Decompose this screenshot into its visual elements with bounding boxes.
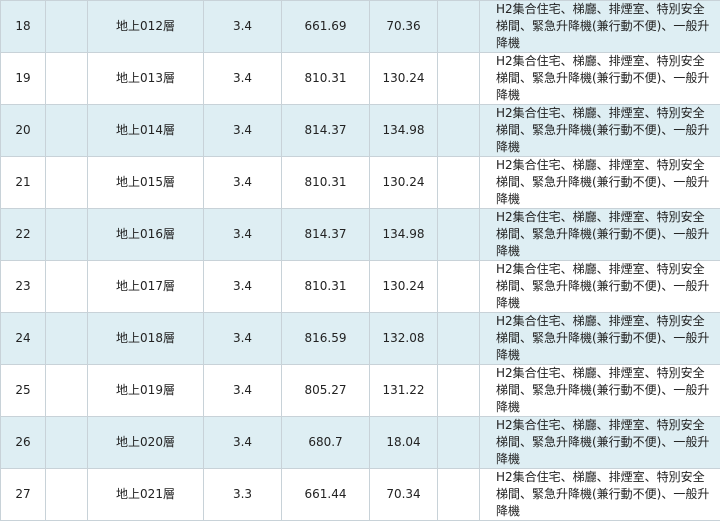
floor-area-secondary: 18.04: [370, 417, 438, 469]
table-row: 20 地上014層 3.4 814.37 134.98 H2集合住宅、梯廳、排煙…: [1, 105, 720, 157]
empty-cell: [438, 209, 480, 261]
row-number: 18: [1, 1, 46, 53]
row-number: 22: [1, 209, 46, 261]
floor-name: 地上017層: [88, 261, 204, 313]
floor-height: 3.4: [204, 1, 282, 53]
floor-name: 地上012層: [88, 1, 204, 53]
floor-use: H2集合住宅、梯廳、排煙室、特別安全梯間、緊急升降機(兼行動不便)、一般升降機: [480, 157, 720, 209]
floor-area: 814.37: [282, 105, 370, 157]
floor-height: 3.4: [204, 105, 282, 157]
table-row: 22 地上016層 3.4 814.37 134.98 H2集合住宅、梯廳、排煙…: [1, 209, 720, 261]
floor-use: H2集合住宅、梯廳、排煙室、特別安全梯間、緊急升降機(兼行動不便)、一般升降機: [480, 209, 720, 261]
floor-height: 3.4: [204, 417, 282, 469]
table-row: 23 地上017層 3.4 810.31 130.24 H2集合住宅、梯廳、排煙…: [1, 261, 720, 313]
floor-height: 3.4: [204, 157, 282, 209]
floor-use: H2集合住宅、梯廳、排煙室、特別安全梯間、緊急升降機(兼行動不便)、一般升降機: [480, 1, 720, 53]
table-row: 24 地上018層 3.4 816.59 132.08 H2集合住宅、梯廳、排煙…: [1, 313, 720, 365]
row-number: 24: [1, 313, 46, 365]
empty-cell: [438, 365, 480, 417]
floor-name: 地上021層: [88, 469, 204, 521]
floor-area-secondary: 70.34: [370, 469, 438, 521]
floor-name: 地上020層: [88, 417, 204, 469]
empty-cell: [438, 313, 480, 365]
row-number: 23: [1, 261, 46, 313]
floor-area: 810.31: [282, 157, 370, 209]
floor-use: H2集合住宅、梯廳、排煙室、特別安全梯間、緊急升降機(兼行動不便)、一般升降機: [480, 365, 720, 417]
table-row: 27 地上021層 3.3 661.44 70.34 H2集合住宅、梯廳、排煙室…: [1, 469, 720, 521]
floor-area-secondary: 130.24: [370, 53, 438, 105]
empty-cell: [46, 157, 88, 209]
floor-use: H2集合住宅、梯廳、排煙室、特別安全梯間、緊急升降機(兼行動不便)、一般升降機: [480, 53, 720, 105]
row-number: 19: [1, 53, 46, 105]
floor-area-secondary: 70.36: [370, 1, 438, 53]
empty-cell: [438, 469, 480, 521]
floor-area: 814.37: [282, 209, 370, 261]
empty-cell: [46, 1, 88, 53]
empty-cell: [46, 365, 88, 417]
table-body: 18 地上012層 3.4 661.69 70.36 H2集合住宅、梯廳、排煙室…: [1, 1, 720, 521]
floor-name: 地上019層: [88, 365, 204, 417]
floor-use: H2集合住宅、梯廳、排煙室、特別安全梯間、緊急升降機(兼行動不便)、一般升降機: [480, 261, 720, 313]
empty-cell: [438, 417, 480, 469]
floor-use: H2集合住宅、梯廳、排煙室、特別安全梯間、緊急升降機(兼行動不便)、一般升降機: [480, 417, 720, 469]
row-number: 25: [1, 365, 46, 417]
floor-area: 805.27: [282, 365, 370, 417]
floor-height: 3.4: [204, 261, 282, 313]
table-row: 21 地上015層 3.4 810.31 130.24 H2集合住宅、梯廳、排煙…: [1, 157, 720, 209]
floor-area-secondary: 130.24: [370, 157, 438, 209]
row-number: 20: [1, 105, 46, 157]
empty-cell: [46, 469, 88, 521]
empty-cell: [438, 53, 480, 105]
empty-cell: [46, 53, 88, 105]
floor-height: 3.4: [204, 209, 282, 261]
floor-area: 810.31: [282, 261, 370, 313]
empty-cell: [46, 261, 88, 313]
floor-use: H2集合住宅、梯廳、排煙室、特別安全梯間、緊急升降機(兼行動不便)、一般升降機: [480, 313, 720, 365]
floor-area: 810.31: [282, 53, 370, 105]
table-row: 26 地上020層 3.4 680.7 18.04 H2集合住宅、梯廳、排煙室、…: [1, 417, 720, 469]
row-number: 27: [1, 469, 46, 521]
empty-cell: [46, 105, 88, 157]
floor-area: 816.59: [282, 313, 370, 365]
row-number: 26: [1, 417, 46, 469]
floor-area-secondary: 131.22: [370, 365, 438, 417]
floor-name: 地上014層: [88, 105, 204, 157]
empty-cell: [438, 157, 480, 209]
floor-height: 3.4: [204, 313, 282, 365]
floor-name: 地上013層: [88, 53, 204, 105]
table-row: 25 地上019層 3.4 805.27 131.22 H2集合住宅、梯廳、排煙…: [1, 365, 720, 417]
floor-use: H2集合住宅、梯廳、排煙室、特別安全梯間、緊急升降機(兼行動不便)、一般升降機: [480, 469, 720, 521]
empty-cell: [438, 105, 480, 157]
floor-area-secondary: 134.98: [370, 105, 438, 157]
floor-area: 661.69: [282, 1, 370, 53]
floor-height: 3.4: [204, 53, 282, 105]
floor-height: 3.3: [204, 469, 282, 521]
floor-area: 661.44: [282, 469, 370, 521]
empty-cell: [438, 1, 480, 53]
floor-area-secondary: 134.98: [370, 209, 438, 261]
floor-area-secondary: 130.24: [370, 261, 438, 313]
floor-area-secondary: 132.08: [370, 313, 438, 365]
row-number: 21: [1, 157, 46, 209]
floor-table: 18 地上012層 3.4 661.69 70.36 H2集合住宅、梯廳、排煙室…: [0, 0, 720, 521]
floor-use: H2集合住宅、梯廳、排煙室、特別安全梯間、緊急升降機(兼行動不便)、一般升降機: [480, 105, 720, 157]
floor-name: 地上018層: [88, 313, 204, 365]
floor-area: 680.7: [282, 417, 370, 469]
floor-name: 地上016層: [88, 209, 204, 261]
empty-cell: [438, 261, 480, 313]
empty-cell: [46, 417, 88, 469]
table-row: 18 地上012層 3.4 661.69 70.36 H2集合住宅、梯廳、排煙室…: [1, 1, 720, 53]
floor-name: 地上015層: [88, 157, 204, 209]
empty-cell: [46, 209, 88, 261]
empty-cell: [46, 313, 88, 365]
table-row: 19 地上013層 3.4 810.31 130.24 H2集合住宅、梯廳、排煙…: [1, 53, 720, 105]
floor-height: 3.4: [204, 365, 282, 417]
